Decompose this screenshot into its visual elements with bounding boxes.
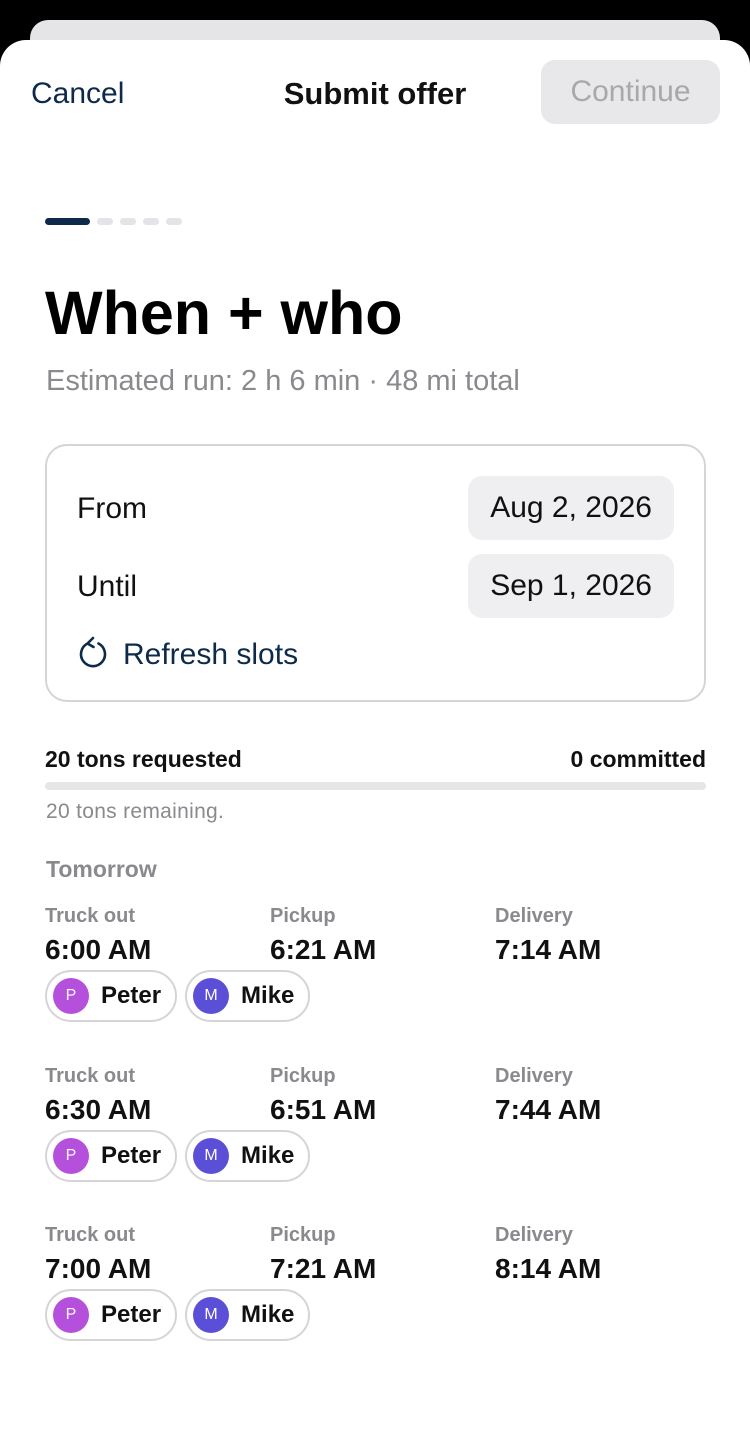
day-label: Tomorrow — [46, 856, 157, 882]
driver-chip[interactable]: P Peter — [45, 970, 178, 1022]
driver-name: Mike — [241, 1142, 295, 1169]
driver-chips: P Peter M Mike — [45, 1130, 311, 1182]
driver-chip[interactable]: P Peter — [45, 1130, 178, 1182]
tons-remaining: 20 tons remaining. — [46, 800, 225, 823]
slot-delivery: Delivery 7:14 AM — [495, 905, 601, 966]
slot-truck-out: Truck out 7:00 AM — [45, 1224, 151, 1285]
submit-offer-sheet: Cancel Submit offer Continue When + who … — [0, 40, 750, 1441]
until-label: Until — [77, 570, 138, 603]
slot-time: 7:44 AM — [495, 1094, 602, 1125]
time-slot[interactable]: Truck out 6:30 AM Pickup 6:51 AM Delivery 7:4… — [45, 1065, 706, 1205]
slot-time: 6:51 AM — [270, 1094, 377, 1125]
driver-name: Peter — [101, 982, 162, 1009]
continue-button[interactable]: Continue — [541, 60, 720, 124]
slot-label: Pickup — [270, 1224, 336, 1246]
driver-chip[interactable]: M Mike — [185, 1289, 311, 1341]
refresh-icon — [77, 634, 109, 675]
refresh-slots-label: Refresh slots — [123, 637, 299, 671]
driver-name: Mike — [241, 1301, 295, 1328]
date-range-card: From Aug 2, 2026 Until Sep 1, 2026 Refre… — [45, 444, 706, 702]
slot-time: 7:21 AM — [270, 1253, 377, 1284]
slot-delivery: Delivery 8:14 AM — [495, 1224, 601, 1285]
page-title: When + who — [45, 279, 403, 347]
driver-chips: P Peter M Mike — [45, 1289, 311, 1341]
slot-label: Delivery — [495, 1065, 573, 1087]
step-dot — [143, 218, 159, 225]
slot-pickup: Pickup 7:21 AM — [270, 1224, 376, 1285]
slot-label: Truck out — [45, 1224, 136, 1246]
time-slot[interactable]: Truck out 7:00 AM Pickup 7:21 AM Delivery 8:1… — [45, 1224, 706, 1364]
slot-time: 6:30 AM — [45, 1094, 152, 1125]
slot-time: 7:00 AM — [45, 1253, 152, 1284]
nav-bar: Cancel Submit offer Continue — [0, 60, 750, 126]
slot-label: Delivery — [495, 905, 573, 927]
step-dot — [120, 218, 136, 225]
driver-chip[interactable]: M Mike — [185, 970, 311, 1022]
driver-name: Mike — [241, 982, 295, 1009]
slot-label: Delivery — [495, 1224, 573, 1246]
refresh-slots-button[interactable]: Refresh slots — [77, 634, 298, 675]
slot-delivery: Delivery 7:44 AM — [495, 1065, 601, 1126]
avatar: M — [193, 1297, 230, 1333]
slot-pickup: Pickup 6:21 AM — [270, 905, 376, 966]
from-label: From — [77, 492, 147, 525]
avatar: P — [53, 1138, 89, 1174]
slot-truck-out: Truck out 6:30 AM — [45, 1065, 151, 1126]
slot-label: Truck out — [45, 905, 136, 927]
time-slot[interactable]: Truck out 6:00 AM Pickup 6:21 AM Delivery 7:1… — [45, 905, 706, 1045]
tons-progress-bar — [45, 782, 706, 790]
slot-truck-out: Truck out 6:00 AM — [45, 905, 151, 966]
driver-chip[interactable]: M Mike — [185, 1130, 311, 1182]
step-indicator — [45, 218, 182, 225]
tons-committed: 0 committed — [570, 746, 706, 772]
slot-time: 6:00 AM — [45, 934, 152, 965]
slot-pickup: Pickup 6:51 AM — [270, 1065, 376, 1126]
slot-time: 7:14 AM — [495, 934, 602, 965]
step-dot — [45, 218, 90, 225]
slot-label: Pickup — [270, 1065, 336, 1087]
driver-name: Peter — [101, 1301, 162, 1328]
avatar: M — [193, 978, 230, 1014]
driver-chips: P Peter M Mike — [45, 970, 311, 1022]
tons-summary: 20 tons requested 0 committed — [45, 746, 706, 773]
avatar: P — [53, 1297, 89, 1333]
slot-time: 8:14 AM — [495, 1253, 602, 1284]
until-date-button[interactable]: Sep 1, 2026 — [468, 554, 674, 618]
from-date-button[interactable]: Aug 2, 2026 — [468, 476, 674, 540]
slot-time: 6:21 AM — [270, 934, 377, 965]
avatar: M — [193, 1138, 230, 1174]
tons-requested: 20 tons requested — [45, 746, 242, 772]
slot-label: Pickup — [270, 905, 336, 927]
driver-name: Peter — [101, 1142, 162, 1169]
driver-chip[interactable]: P Peter — [45, 1289, 178, 1341]
step-dot — [166, 218, 182, 225]
slot-label: Truck out — [45, 1065, 136, 1087]
page-subtitle: Estimated run: 2 h 6 min · 48 mi total — [46, 365, 520, 397]
avatar: P — [53, 978, 89, 1014]
step-dot — [97, 218, 113, 225]
